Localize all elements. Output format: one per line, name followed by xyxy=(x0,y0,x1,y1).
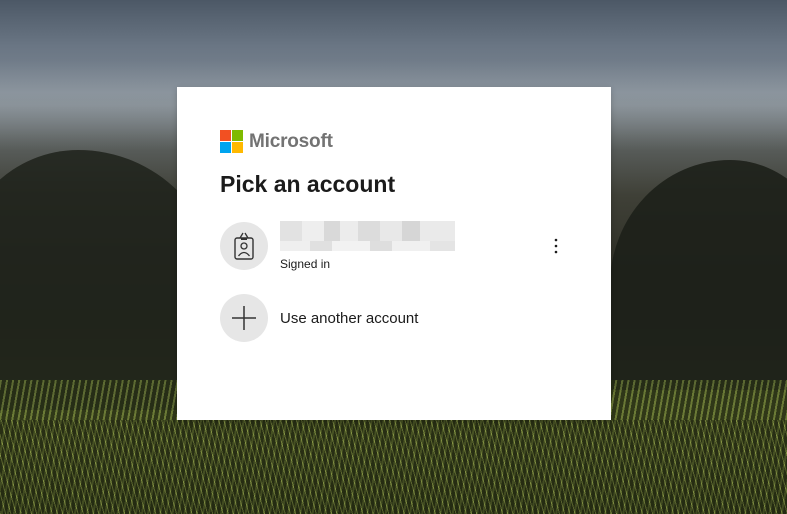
avatar xyxy=(220,222,268,270)
account-email-redacted xyxy=(280,221,455,251)
plus-circle xyxy=(220,294,268,342)
account-picker-dialog: Microsoft Pick an account Signed in Use … xyxy=(177,87,611,420)
page-title: Pick an account xyxy=(220,171,396,197)
microsoft-logo-icon xyxy=(220,130,243,153)
plus-icon xyxy=(232,306,256,330)
use-another-account-label: Use another account xyxy=(280,309,419,327)
account-status: Signed in xyxy=(280,257,331,271)
microsoft-logo: Microsoft xyxy=(220,130,333,153)
account-options-button[interactable] xyxy=(544,234,568,258)
account-tile[interactable]: Signed in xyxy=(220,221,568,271)
brand-name: Microsoft xyxy=(249,130,333,152)
more-vertical-icon xyxy=(554,238,558,254)
badge-person-icon xyxy=(234,232,254,260)
use-another-account-button[interactable]: Use another account xyxy=(220,294,568,342)
